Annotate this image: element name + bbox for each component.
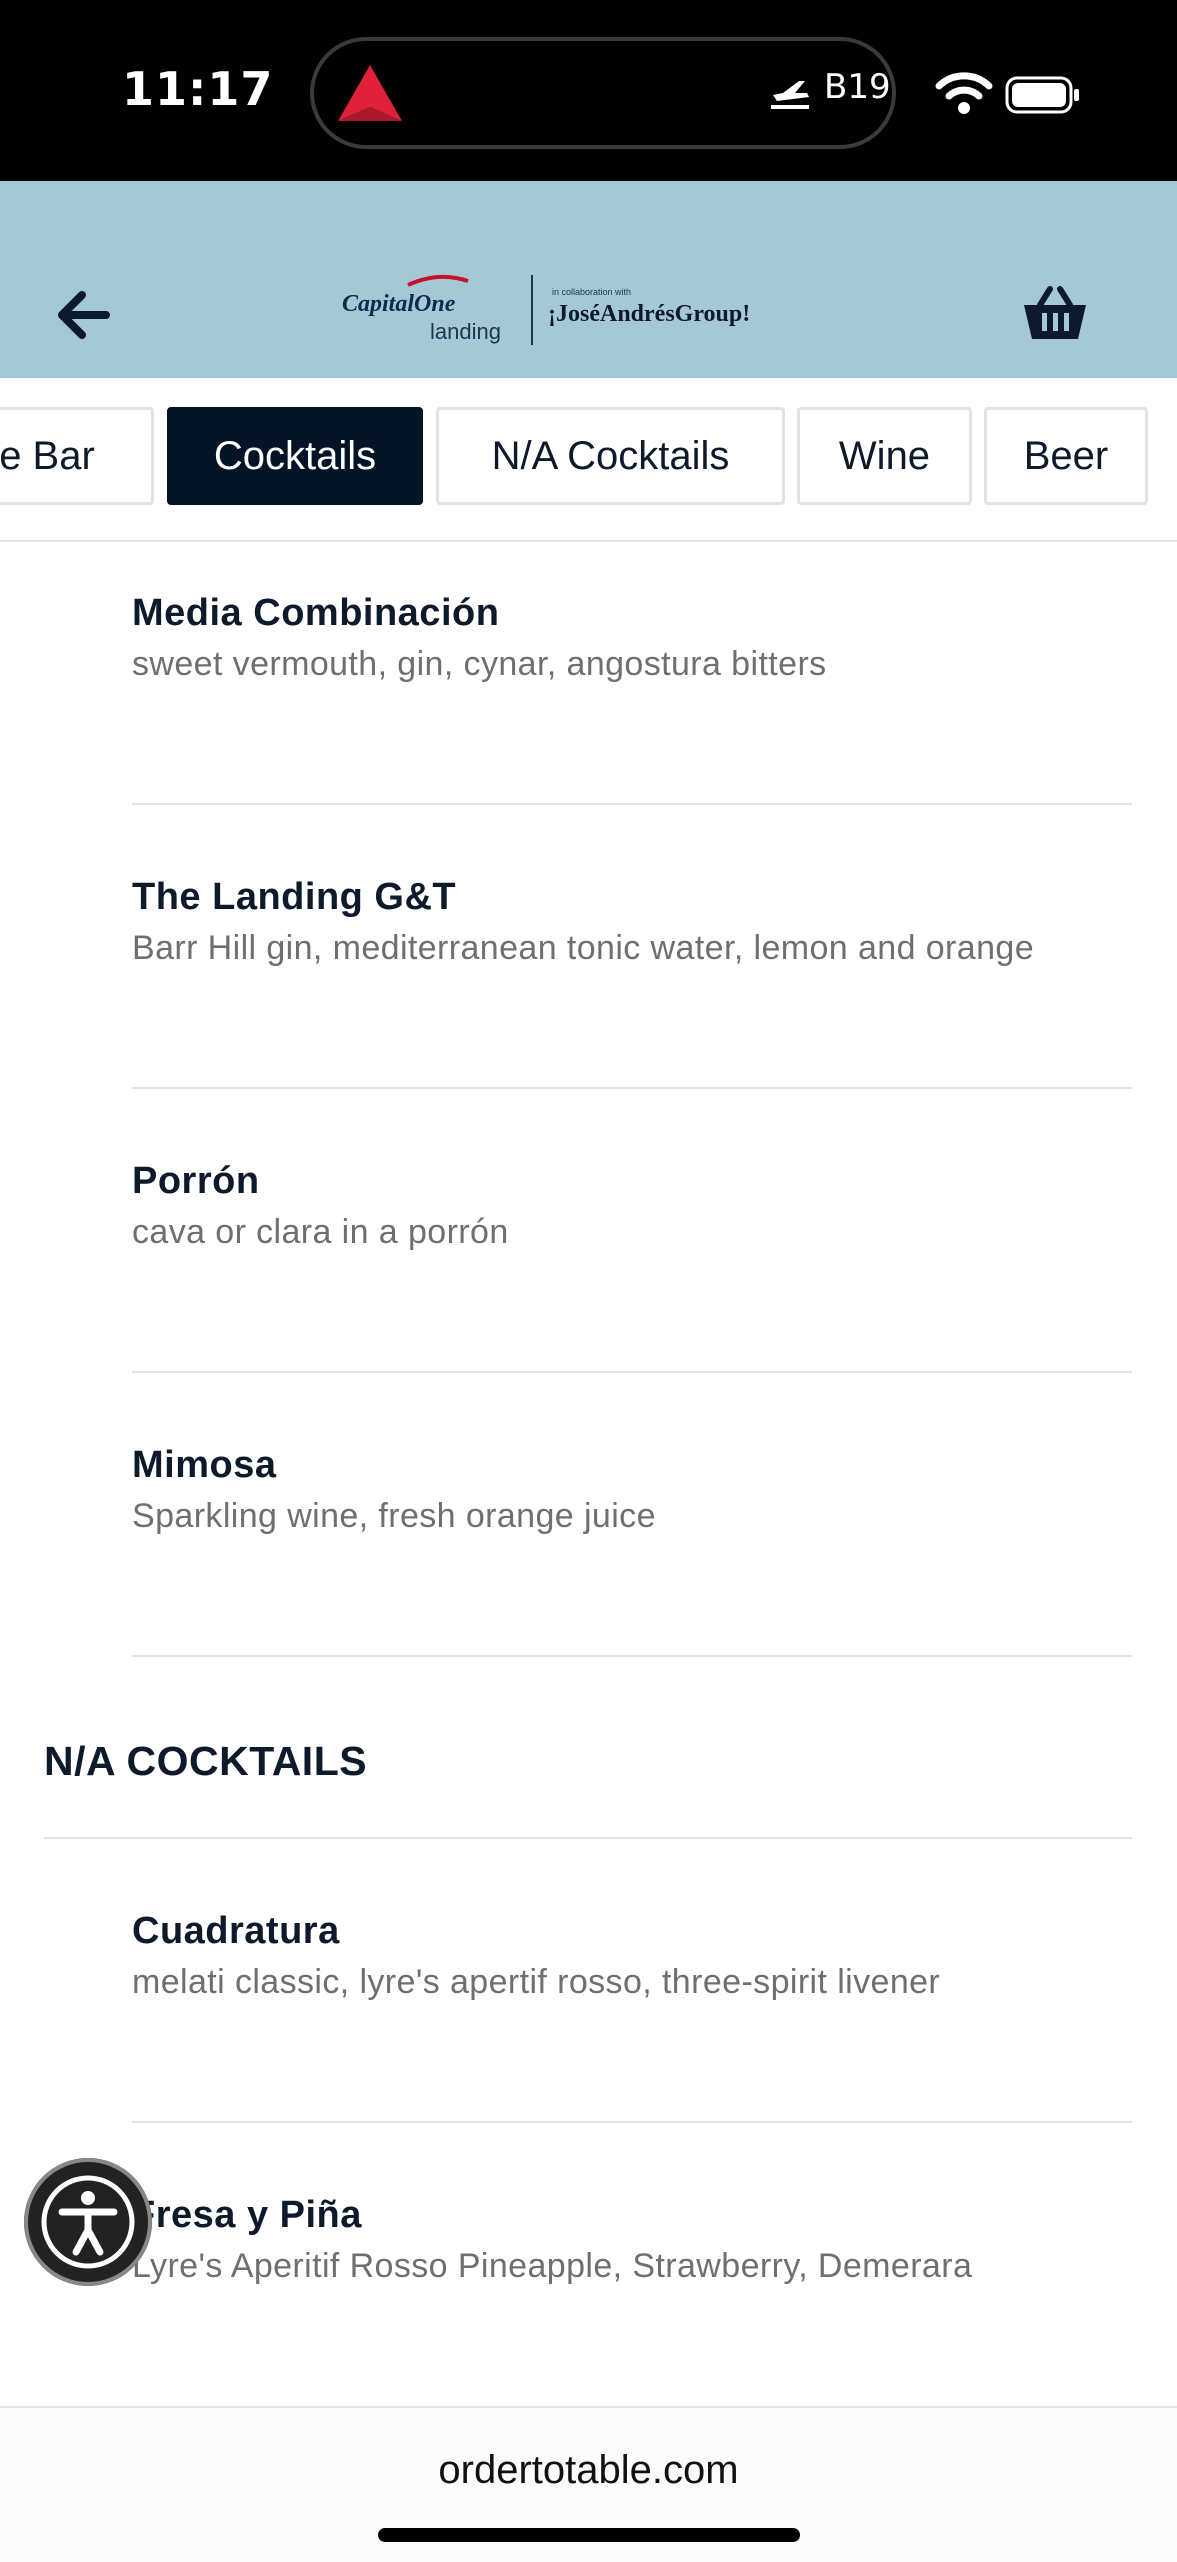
basket-icon[interactable] — [1020, 283, 1090, 343]
item-description: sweet vermouth, gin, cynar, angostura bi… — [132, 645, 827, 683]
divider — [132, 1371, 1132, 1373]
svg-text:landing: landing — [430, 319, 501, 344]
item-name: Cuadratura — [132, 1910, 340, 1952]
item-description: Lyre's Aperitif Rosso Pineapple, Strawbe… — [132, 2247, 973, 2285]
accessibility-icon — [41, 2175, 135, 2269]
home-indicator[interactable] — [378, 2528, 800, 2542]
tab-na-cocktails[interactable]: N/A Cocktails — [436, 407, 785, 505]
battery-icon — [1005, 76, 1079, 114]
svg-text:in collaboration with: in collaboration with — [552, 287, 631, 297]
accessibility-button[interactable] — [24, 2158, 152, 2286]
section-heading: N/A COCKTAILS — [44, 1738, 368, 1784]
status-bar: 11:17 B19 — [0, 0, 1177, 181]
arrow-left-icon[interactable] — [52, 285, 114, 345]
item-name: Mimosa — [132, 1444, 277, 1486]
url-label[interactable]: ordertotable.com — [0, 2448, 1177, 2493]
app-header: CapitalOne landing in collaboration with… — [0, 181, 1177, 378]
tab-beer[interactable]: Beer — [984, 407, 1148, 505]
tab-wine[interactable]: Wine — [797, 407, 972, 505]
item-description: Sparkling wine, fresh orange juice — [132, 1497, 656, 1535]
wifi-icon — [935, 72, 993, 114]
delta-airline-logo-icon — [338, 65, 402, 121]
item-name: Fresa y Piña — [132, 2194, 362, 2236]
svg-text:CapitalOne: CapitalOne — [342, 291, 456, 317]
capital-one-landing-logo: CapitalOne landing in collaboration with… — [342, 274, 750, 345]
status-time: 11:17 — [122, 62, 274, 116]
browser-bottom-bar: ordertotable.com — [0, 2406, 1177, 2562]
divider — [132, 803, 1132, 805]
divider — [132, 2121, 1132, 2123]
gate-label: B19 — [824, 67, 891, 107]
item-name: The Landing G&T — [132, 876, 457, 918]
item-description: Barr Hill gin, mediterranean tonic water… — [132, 929, 1035, 967]
item-name: Porrón — [132, 1160, 260, 1202]
category-tabs: e Bar Cocktails N/A Cocktails Wine Beer — [0, 378, 1177, 542]
item-description: melati classic, lyre's apertif rosso, th… — [132, 1963, 941, 2001]
tab-bar[interactable]: e Bar — [0, 407, 154, 505]
item-name: Media Combinación — [132, 592, 500, 634]
svg-text:¡JoséAndrésGroup!: ¡JoséAndrésGroup! — [548, 301, 750, 327]
plane-departure-icon — [771, 81, 809, 109]
item-description: cava or clara in a porrón — [132, 1213, 509, 1251]
tab-cocktails[interactable]: Cocktails — [167, 407, 423, 505]
divider — [44, 1837, 1132, 1839]
dynamic-island[interactable]: B19 — [310, 37, 896, 149]
divider — [132, 1087, 1132, 1089]
divider — [132, 1655, 1132, 1657]
